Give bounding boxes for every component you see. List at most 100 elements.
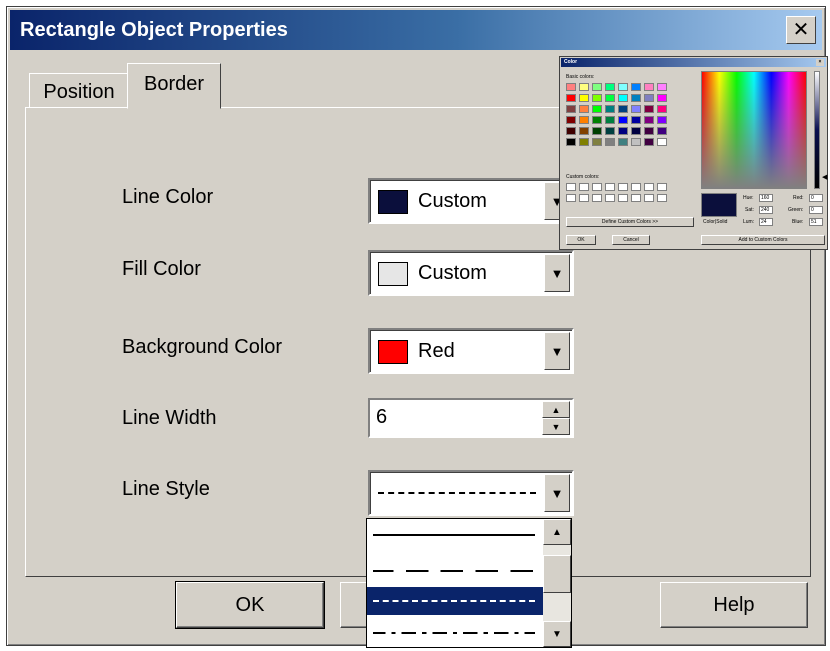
basic-color-swatch[interactable] [566, 83, 576, 91]
basic-color-swatch[interactable] [605, 127, 615, 135]
basic-color-swatch[interactable] [605, 105, 615, 113]
luminosity-bar[interactable] [814, 71, 820, 189]
basic-color-swatch[interactable] [566, 94, 576, 102]
define-custom-colors-button[interactable]: Define Custom Colors >> [566, 217, 694, 227]
basic-color-swatch[interactable] [592, 127, 602, 135]
basic-color-swatch[interactable] [605, 83, 615, 91]
fill-color-combo[interactable]: Custom ▼ [368, 250, 574, 296]
basic-color-swatch[interactable] [631, 116, 641, 124]
color-dialog-close-icon[interactable]: × [816, 59, 824, 66]
basic-color-swatch[interactable] [618, 116, 628, 124]
background-color-combo[interactable]: Red ▼ [368, 328, 574, 374]
basic-color-swatch[interactable] [579, 127, 589, 135]
line-style-list[interactable]: ▲ ▼ [366, 518, 572, 648]
custom-color-swatch[interactable] [631, 194, 641, 202]
line-style-option-solid[interactable] [367, 521, 543, 549]
basic-color-swatch[interactable] [592, 138, 602, 146]
basic-color-swatch[interactable] [644, 105, 654, 113]
custom-color-swatch[interactable] [631, 183, 641, 191]
custom-color-swatch[interactable] [579, 194, 589, 202]
basic-color-swatch[interactable] [618, 105, 628, 113]
custom-color-swatch[interactable] [605, 194, 615, 202]
line-style-option-long-dash[interactable] [367, 557, 543, 585]
line-width-decrement[interactable]: ▼ [542, 418, 570, 435]
basic-color-swatch[interactable] [644, 116, 654, 124]
custom-color-swatch[interactable] [605, 183, 615, 191]
scroll-thumb[interactable] [543, 555, 571, 593]
line-style-combo[interactable]: ▼ [368, 470, 574, 516]
background-color-dropdown-button[interactable]: ▼ [544, 332, 570, 370]
custom-color-swatch[interactable] [566, 194, 576, 202]
basic-color-swatch[interactable] [631, 127, 641, 135]
basic-color-swatch[interactable] [657, 83, 667, 91]
basic-color-swatch[interactable] [566, 138, 576, 146]
line-width-spinner[interactable]: 6 ▲ ▼ [368, 398, 574, 438]
scroll-down-button[interactable]: ▼ [543, 621, 571, 647]
line-style-option-dash-dot[interactable] [367, 619, 543, 647]
basic-color-swatch[interactable] [657, 127, 667, 135]
basic-color-swatch[interactable] [644, 94, 654, 102]
line-width-increment[interactable]: ▲ [542, 401, 570, 418]
title-bar[interactable]: Rectangle Object Properties ✕ [10, 10, 822, 50]
basic-color-swatch[interactable] [592, 116, 602, 124]
custom-color-swatch[interactable] [592, 194, 602, 202]
green-field[interactable]: 0 [809, 206, 823, 214]
basic-color-swatch[interactable] [644, 127, 654, 135]
custom-color-swatch[interactable] [644, 183, 654, 191]
basic-color-swatch[interactable] [605, 116, 615, 124]
help-button[interactable]: Help [660, 582, 808, 628]
color-ok-button[interactable]: OK [566, 235, 596, 245]
basic-color-swatch[interactable] [579, 116, 589, 124]
basic-color-swatch[interactable] [631, 138, 641, 146]
custom-color-swatch[interactable] [644, 194, 654, 202]
basic-color-swatch[interactable] [566, 116, 576, 124]
basic-color-swatch[interactable] [657, 138, 667, 146]
basic-color-swatch[interactable] [631, 83, 641, 91]
custom-color-swatch[interactable] [618, 194, 628, 202]
basic-color-swatch[interactable] [566, 105, 576, 113]
basic-color-swatch[interactable] [644, 83, 654, 91]
line-color-combo[interactable]: Custom ▼ [368, 178, 574, 224]
line-style-option-dashed[interactable] [367, 587, 543, 615]
basic-color-swatch[interactable] [579, 138, 589, 146]
color-spectrum[interactable] [701, 71, 807, 189]
basic-color-swatch[interactable] [657, 94, 667, 102]
color-cancel-button[interactable]: Cancel [612, 235, 650, 245]
basic-color-swatch[interactable] [657, 105, 667, 113]
basic-color-swatch[interactable] [605, 94, 615, 102]
fill-color-dropdown-button[interactable]: ▼ [544, 254, 570, 292]
basic-color-swatch[interactable] [579, 105, 589, 113]
custom-color-swatch[interactable] [657, 194, 667, 202]
custom-color-swatch[interactable] [566, 183, 576, 191]
ok-button[interactable]: OK [175, 581, 325, 629]
basic-color-swatch[interactable] [592, 94, 602, 102]
line-style-scrollbar[interactable]: ▲ ▼ [543, 519, 571, 647]
custom-color-swatch[interactable] [592, 183, 602, 191]
basic-color-swatch[interactable] [579, 94, 589, 102]
lum-field[interactable]: 24 [759, 218, 773, 226]
line-style-dropdown-button[interactable]: ▼ [544, 474, 570, 512]
basic-color-swatch[interactable] [592, 105, 602, 113]
basic-color-swatch[interactable] [618, 127, 628, 135]
basic-color-swatch[interactable] [605, 138, 615, 146]
custom-color-swatch[interactable] [657, 183, 667, 191]
basic-color-swatch[interactable] [657, 116, 667, 124]
red-field[interactable]: 0 [809, 194, 823, 202]
hue-field[interactable]: 160 [759, 194, 773, 202]
basic-color-swatch[interactable] [579, 83, 589, 91]
basic-color-swatch[interactable] [566, 127, 576, 135]
scroll-up-button[interactable]: ▲ [543, 519, 571, 545]
custom-color-swatch[interactable] [618, 183, 628, 191]
custom-color-swatch[interactable] [579, 183, 589, 191]
tab-border[interactable]: Border [127, 63, 221, 109]
basic-color-swatch[interactable] [592, 83, 602, 91]
basic-color-swatch[interactable] [618, 138, 628, 146]
luminosity-arrow-icon[interactable]: ◀ [822, 173, 827, 181]
basic-color-swatch[interactable] [618, 94, 628, 102]
basic-color-swatch[interactable] [644, 138, 654, 146]
tab-position[interactable]: Position [29, 73, 129, 111]
close-button[interactable]: ✕ [786, 16, 816, 44]
basic-color-swatch[interactable] [618, 83, 628, 91]
sat-field[interactable]: 240 [759, 206, 773, 214]
color-dialog-title-bar[interactable]: Color × [561, 58, 826, 67]
